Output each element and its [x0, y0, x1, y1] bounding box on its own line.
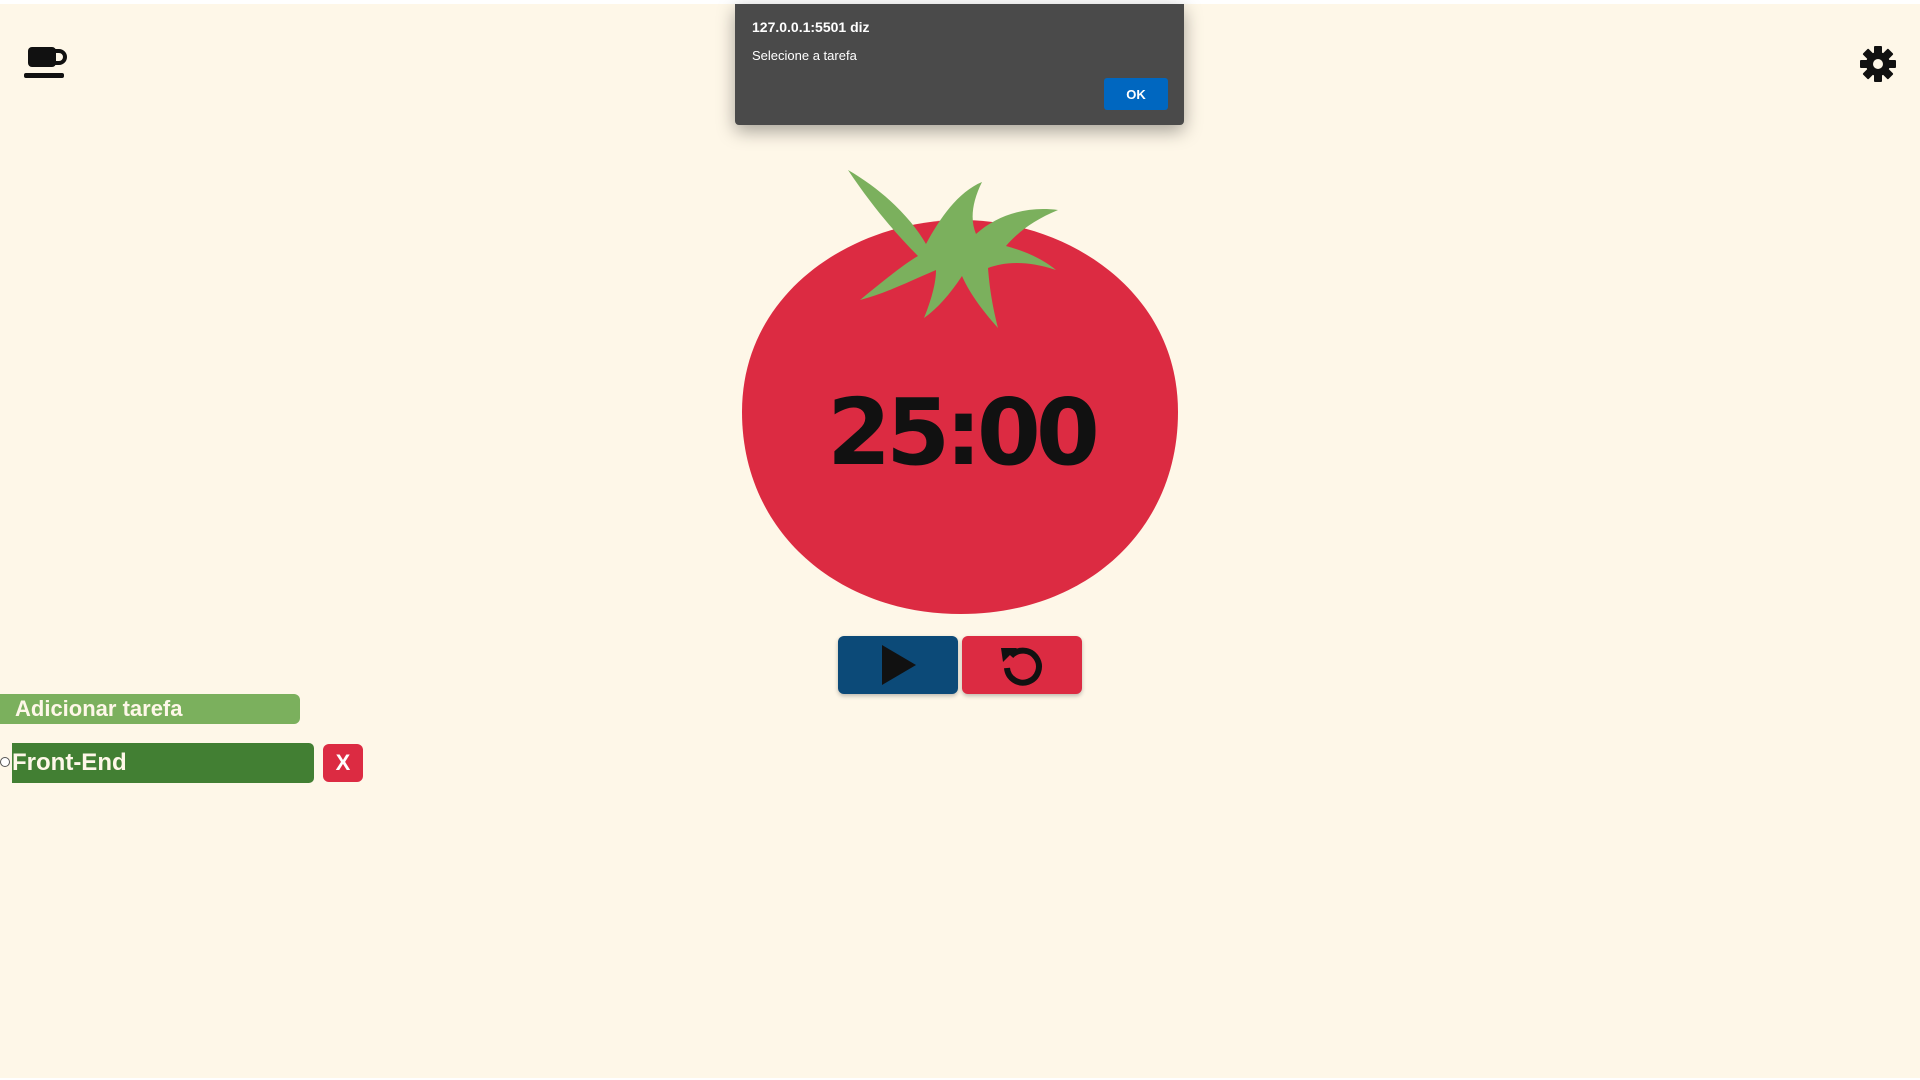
alert-dialog: 127.0.0.1:5501 diz Selecione a tarefa OK — [735, 4, 1184, 125]
play-icon — [882, 645, 916, 685]
gear-icon[interactable] — [1858, 44, 1898, 84]
timer-display: 25:00 — [827, 378, 1100, 486]
dialog-title: 127.0.0.1:5501 diz — [752, 19, 870, 35]
task-item[interactable]: Front-End — [12, 743, 314, 783]
pomodoro-page: 25:00 Adicionar tarefa Front-End X 127.0… — [0, 0, 1920, 1080]
reset-button[interactable] — [962, 636, 1082, 694]
add-task-button[interactable]: Adicionar tarefa — [0, 694, 300, 724]
task-radio[interactable] — [0, 757, 10, 767]
dialog-message: Selecione a tarefa — [752, 48, 857, 63]
play-button[interactable] — [838, 636, 958, 694]
reset-icon — [1001, 647, 1042, 686]
coffee-cup-icon[interactable] — [22, 42, 70, 86]
delete-task-button[interactable]: X — [323, 744, 363, 782]
dialog-ok-button[interactable]: OK — [1104, 78, 1168, 110]
